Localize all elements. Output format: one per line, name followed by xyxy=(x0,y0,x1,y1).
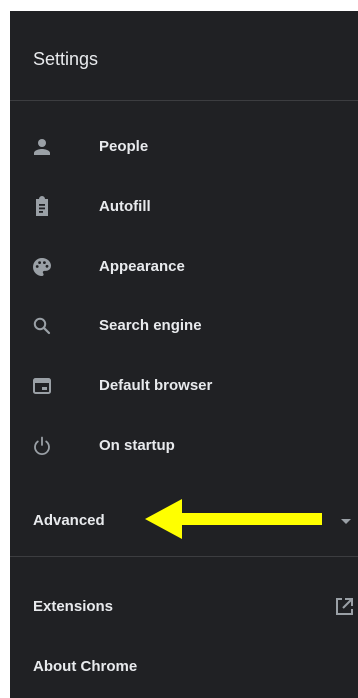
nav-item-on-startup[interactable]: On startup xyxy=(10,422,358,470)
search-icon xyxy=(33,317,51,335)
nav-item-default-browser[interactable]: Default browser xyxy=(10,362,358,410)
person-icon xyxy=(34,139,50,155)
palette-icon xyxy=(33,258,51,276)
settings-sidebar: Settings People Autofill Appearance Sear… xyxy=(10,11,358,698)
clipboard-icon xyxy=(36,196,48,216)
nav-item-label: Advanced xyxy=(33,512,105,529)
nav-item-label: About Chrome xyxy=(33,658,138,675)
arrow-left-icon xyxy=(145,499,322,539)
nav-item-label: People xyxy=(99,138,149,155)
browser-icon xyxy=(33,378,51,394)
nav-item-label: On startup xyxy=(99,437,175,454)
header-divider xyxy=(10,100,358,101)
nav-item-label: Search engine xyxy=(99,317,202,334)
open-in-new-icon[interactable] xyxy=(332,595,356,619)
nav-item-label: Default browser xyxy=(99,377,213,394)
power-icon xyxy=(34,436,50,455)
nav-item-autofill[interactable]: Autofill xyxy=(10,183,358,231)
nav-item-label: Autofill xyxy=(99,198,151,215)
nav-item-extensions[interactable]: Extensions xyxy=(10,583,358,631)
nav-item-search-engine[interactable]: Search engine xyxy=(10,302,358,350)
caret-down-icon[interactable] xyxy=(334,509,358,533)
nav-item-about-chrome[interactable]: About Chrome xyxy=(10,643,358,691)
nav-item-appearance[interactable]: Appearance xyxy=(10,243,358,291)
page-title: Settings xyxy=(33,49,99,69)
nav-item-label: Extensions xyxy=(33,598,114,615)
section-divider xyxy=(10,556,358,557)
nav-item-people[interactable]: People xyxy=(10,123,358,171)
nav-item-label: Appearance xyxy=(99,258,185,275)
